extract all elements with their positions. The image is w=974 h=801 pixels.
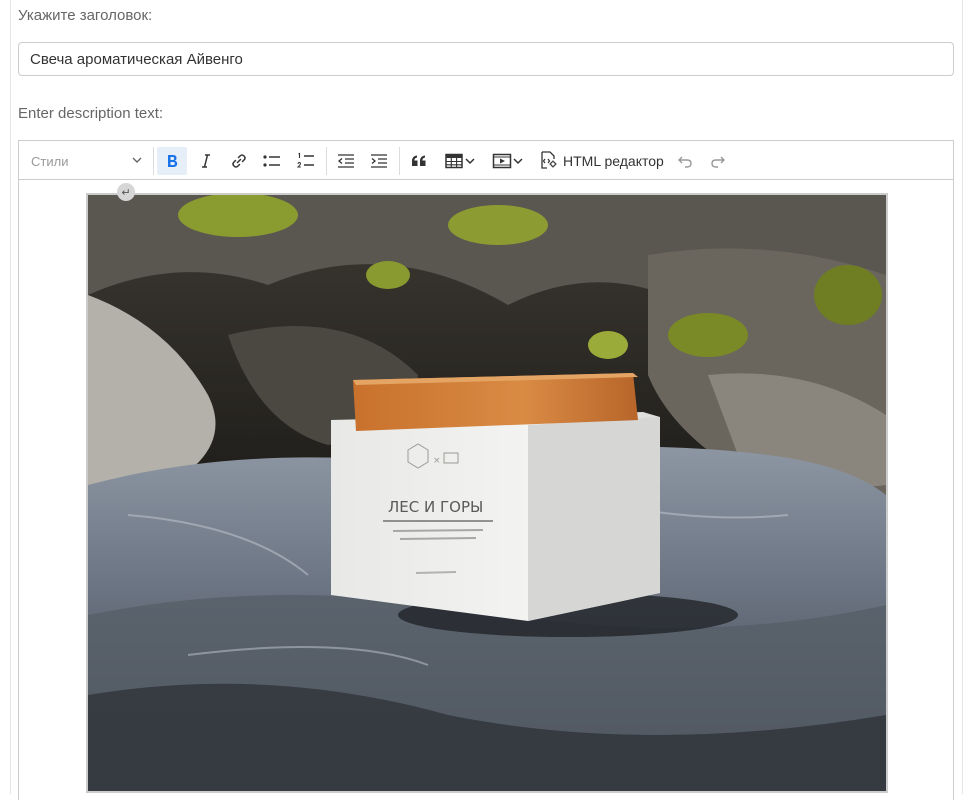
bulleted-list-icon xyxy=(262,152,282,170)
toolbar-separator xyxy=(326,147,327,175)
numbered-list-button[interactable] xyxy=(291,147,321,175)
styles-dropdown-label: Стили xyxy=(31,153,69,169)
media-icon xyxy=(492,152,512,170)
html-editor-button[interactable]: HTML редактор xyxy=(539,147,664,175)
table-icon xyxy=(444,152,464,170)
redo-icon xyxy=(709,152,727,170)
blockquote-button[interactable] xyxy=(404,147,434,175)
product-box-title: ЛЕС И ГОРЫ xyxy=(388,498,483,516)
title-field-label: Укажите заголовок: xyxy=(18,7,153,24)
blockquote-icon xyxy=(410,152,428,170)
description-field-label: Enter description text: xyxy=(18,105,164,122)
rich-text-editor: Стили HTML редактор × ЛЕС И ГОРЫ ↵ xyxy=(18,140,954,801)
link-icon xyxy=(230,152,248,170)
italic-icon xyxy=(197,152,215,170)
chevron-down-icon xyxy=(464,155,476,167)
bold-button[interactable] xyxy=(157,147,187,175)
numbered-list-icon xyxy=(296,151,316,171)
chevron-down-icon xyxy=(131,154,143,169)
bulleted-list-button[interactable] xyxy=(257,147,287,175)
insert-media-button[interactable] xyxy=(487,147,529,175)
panel-border-left xyxy=(10,0,11,794)
undo-button[interactable] xyxy=(671,147,699,175)
link-button[interactable] xyxy=(224,147,254,175)
chevron-down-icon xyxy=(512,155,524,167)
indent-icon xyxy=(369,152,389,170)
editor-content-area[interactable]: × ЛЕС И ГОРЫ ↵ xyxy=(19,181,953,801)
outdent-icon xyxy=(336,152,356,170)
insert-table-button[interactable] xyxy=(439,147,481,175)
indent-button[interactable] xyxy=(364,147,394,175)
toolbar-separator xyxy=(399,147,400,175)
candle-on-rock-image: × ЛЕС И ГОРЫ xyxy=(88,195,886,791)
outdent-button[interactable] xyxy=(331,147,361,175)
toolbar-separator xyxy=(153,147,154,175)
html-source-icon xyxy=(539,150,559,173)
styles-dropdown[interactable]: Стили xyxy=(31,147,143,175)
redo-button[interactable] xyxy=(704,147,732,175)
html-editor-label: HTML редактор xyxy=(563,153,664,169)
editor-toolbar: Стили HTML редактор xyxy=(19,141,953,180)
bold-icon xyxy=(163,152,181,170)
italic-button[interactable] xyxy=(191,147,221,175)
panel-border-right xyxy=(962,0,963,794)
undo-icon xyxy=(676,152,694,170)
product-editor-page: Укажите заголовок: Enter description tex… xyxy=(0,0,974,801)
enter-paragraph-icon[interactable]: ↵ xyxy=(117,183,135,201)
title-input[interactable] xyxy=(18,42,954,76)
product-photo[interactable]: × ЛЕС И ГОРЫ xyxy=(86,193,888,793)
svg-text:×: × xyxy=(433,456,441,466)
